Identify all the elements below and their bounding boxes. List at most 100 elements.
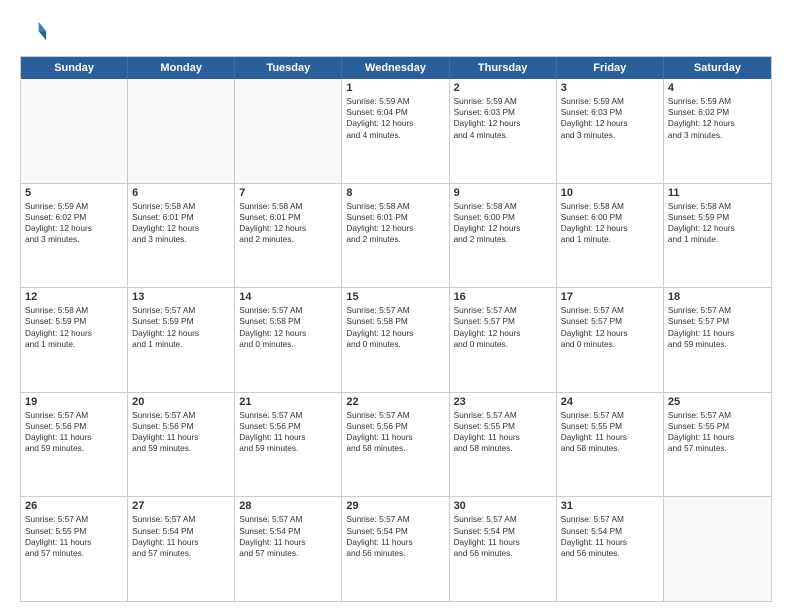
cell-line: Sunrise: 5:59 AM [454, 96, 552, 107]
cell-line: Daylight: 12 hours [454, 223, 552, 234]
day-cell-5: 5Sunrise: 5:59 AMSunset: 6:02 PMDaylight… [21, 184, 128, 288]
cell-line: and 1 minute. [561, 234, 659, 245]
day-cell-2: 2Sunrise: 5:59 AMSunset: 6:03 PMDaylight… [450, 79, 557, 183]
calendar-body: 1Sunrise: 5:59 AMSunset: 6:04 PMDaylight… [21, 79, 771, 601]
day-cell-9: 9Sunrise: 5:58 AMSunset: 6:00 PMDaylight… [450, 184, 557, 288]
day-number: 4 [668, 82, 767, 94]
cell-line: Daylight: 11 hours [668, 432, 767, 443]
cell-line: Sunset: 5:55 PM [668, 421, 767, 432]
cell-line: Sunrise: 5:57 AM [668, 410, 767, 421]
empty-cell [128, 79, 235, 183]
cell-line: Daylight: 11 hours [239, 432, 337, 443]
day-number: 26 [25, 500, 123, 512]
cell-line: and 2 minutes. [346, 234, 444, 245]
weekday-header-wednesday: Wednesday [342, 57, 449, 79]
cell-line: and 3 minutes. [561, 130, 659, 141]
cell-line: Sunrise: 5:57 AM [239, 305, 337, 316]
cell-line: and 58 minutes. [346, 443, 444, 454]
cell-line: Sunset: 5:56 PM [346, 421, 444, 432]
day-cell-14: 14Sunrise: 5:57 AMSunset: 5:58 PMDayligh… [235, 288, 342, 392]
day-cell-22: 22Sunrise: 5:57 AMSunset: 5:56 PMDayligh… [342, 393, 449, 497]
cell-line: and 56 minutes. [561, 548, 659, 559]
day-cell-30: 30Sunrise: 5:57 AMSunset: 5:54 PMDayligh… [450, 497, 557, 601]
cell-line: Daylight: 11 hours [25, 537, 123, 548]
cell-line: Sunset: 5:59 PM [132, 316, 230, 327]
header [20, 18, 772, 46]
cell-line: Sunrise: 5:57 AM [454, 305, 552, 316]
cell-line: and 2 minutes. [239, 234, 337, 245]
cell-line: Sunset: 6:04 PM [346, 107, 444, 118]
cell-line: Sunrise: 5:57 AM [346, 305, 444, 316]
cell-line: Sunrise: 5:57 AM [132, 514, 230, 525]
cell-line: Daylight: 11 hours [132, 432, 230, 443]
cell-line: Sunrise: 5:57 AM [25, 514, 123, 525]
cell-line: Sunrise: 5:57 AM [561, 305, 659, 316]
cell-line: and 1 minute. [668, 234, 767, 245]
day-number: 3 [561, 82, 659, 94]
cell-line: Sunrise: 5:57 AM [132, 410, 230, 421]
cell-line: Sunset: 5:59 PM [668, 212, 767, 223]
day-cell-20: 20Sunrise: 5:57 AMSunset: 5:56 PMDayligh… [128, 393, 235, 497]
day-cell-8: 8Sunrise: 5:58 AMSunset: 6:01 PMDaylight… [342, 184, 449, 288]
cell-line: and 57 minutes. [25, 548, 123, 559]
cell-line: Sunset: 5:55 PM [25, 526, 123, 537]
day-cell-24: 24Sunrise: 5:57 AMSunset: 5:55 PMDayligh… [557, 393, 664, 497]
cell-line: Sunset: 5:54 PM [132, 526, 230, 537]
cell-line: Sunset: 6:00 PM [561, 212, 659, 223]
day-cell-23: 23Sunrise: 5:57 AMSunset: 5:55 PMDayligh… [450, 393, 557, 497]
day-number: 27 [132, 500, 230, 512]
cell-line: and 57 minutes. [132, 548, 230, 559]
day-cell-21: 21Sunrise: 5:57 AMSunset: 5:56 PMDayligh… [235, 393, 342, 497]
cell-line: Sunrise: 5:58 AM [346, 201, 444, 212]
cell-line: Sunrise: 5:58 AM [668, 201, 767, 212]
day-cell-19: 19Sunrise: 5:57 AMSunset: 5:56 PMDayligh… [21, 393, 128, 497]
day-cell-15: 15Sunrise: 5:57 AMSunset: 5:58 PMDayligh… [342, 288, 449, 392]
empty-cell [21, 79, 128, 183]
day-cell-25: 25Sunrise: 5:57 AMSunset: 5:55 PMDayligh… [664, 393, 771, 497]
cell-line: and 4 minutes. [454, 130, 552, 141]
cell-line: Sunset: 5:59 PM [25, 316, 123, 327]
cell-line: Daylight: 11 hours [668, 328, 767, 339]
cell-line: Daylight: 12 hours [239, 328, 337, 339]
cell-line: Sunset: 6:02 PM [668, 107, 767, 118]
cell-line: Daylight: 11 hours [25, 432, 123, 443]
day-number: 17 [561, 291, 659, 303]
day-cell-4: 4Sunrise: 5:59 AMSunset: 6:02 PMDaylight… [664, 79, 771, 183]
day-number: 29 [346, 500, 444, 512]
day-cell-1: 1Sunrise: 5:59 AMSunset: 6:04 PMDaylight… [342, 79, 449, 183]
empty-cell [664, 497, 771, 601]
cell-line: Sunset: 5:57 PM [561, 316, 659, 327]
cell-line: and 59 minutes. [132, 443, 230, 454]
day-number: 19 [25, 396, 123, 408]
cell-line: Sunrise: 5:57 AM [239, 410, 337, 421]
day-number: 7 [239, 187, 337, 199]
day-cell-28: 28Sunrise: 5:57 AMSunset: 5:54 PMDayligh… [235, 497, 342, 601]
cell-line: and 0 minutes. [346, 339, 444, 350]
day-number: 30 [454, 500, 552, 512]
day-cell-31: 31Sunrise: 5:57 AMSunset: 5:54 PMDayligh… [557, 497, 664, 601]
day-cell-16: 16Sunrise: 5:57 AMSunset: 5:57 PMDayligh… [450, 288, 557, 392]
cell-line: Sunrise: 5:59 AM [346, 96, 444, 107]
day-cell-7: 7Sunrise: 5:58 AMSunset: 6:01 PMDaylight… [235, 184, 342, 288]
cell-line: and 56 minutes. [346, 548, 444, 559]
day-number: 15 [346, 291, 444, 303]
cell-line: Sunset: 6:01 PM [239, 212, 337, 223]
cell-line: Sunrise: 5:57 AM [346, 514, 444, 525]
cell-line: Sunset: 6:03 PM [561, 107, 659, 118]
cell-line: Daylight: 12 hours [454, 328, 552, 339]
weekday-header-friday: Friday [557, 57, 664, 79]
day-number: 9 [454, 187, 552, 199]
cell-line: Sunrise: 5:58 AM [561, 201, 659, 212]
cell-line: Sunrise: 5:58 AM [454, 201, 552, 212]
cell-line: and 4 minutes. [346, 130, 444, 141]
cell-line: Sunset: 5:58 PM [239, 316, 337, 327]
cell-line: Daylight: 11 hours [454, 537, 552, 548]
cell-line: Sunset: 5:55 PM [454, 421, 552, 432]
cell-line: Sunset: 5:56 PM [25, 421, 123, 432]
cell-line: Daylight: 11 hours [561, 432, 659, 443]
cell-line: Daylight: 11 hours [132, 537, 230, 548]
day-number: 21 [239, 396, 337, 408]
cell-line: Sunrise: 5:57 AM [561, 410, 659, 421]
weekday-header-thursday: Thursday [450, 57, 557, 79]
cell-line: Sunset: 5:56 PM [132, 421, 230, 432]
